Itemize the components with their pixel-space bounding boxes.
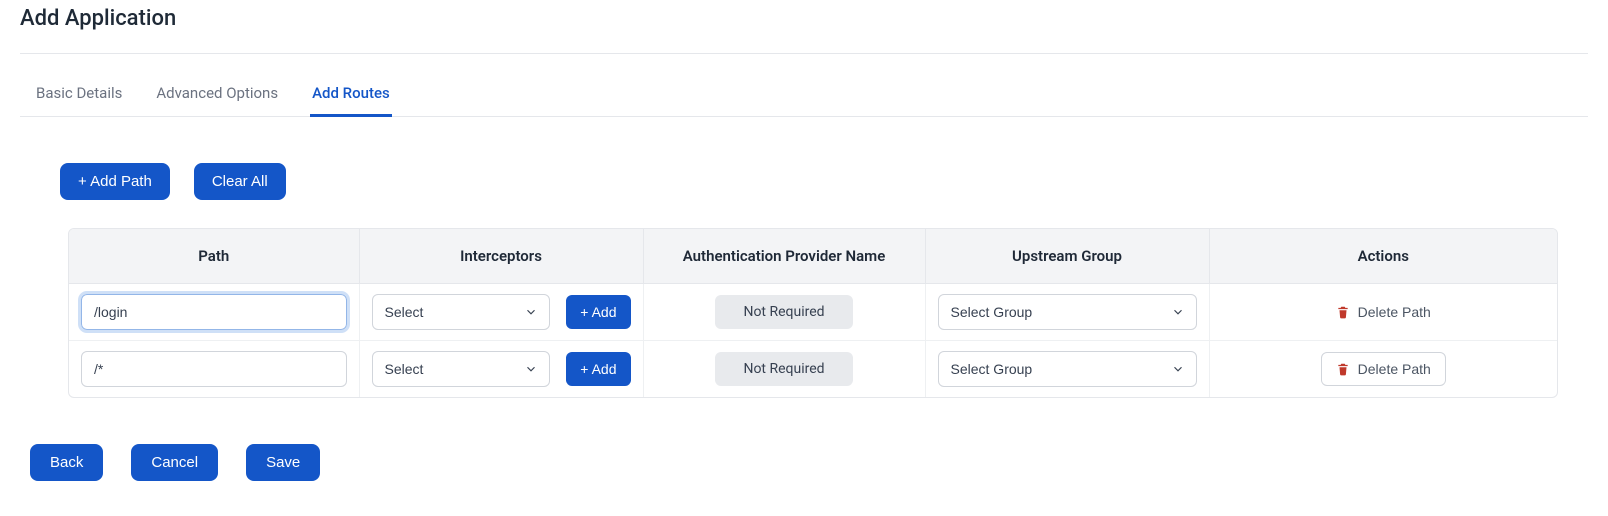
- delete-path-button[interactable]: Delete Path: [1321, 352, 1446, 386]
- routes-table: Path Interceptors Authentication Provide…: [69, 229, 1557, 397]
- tab-add-routes[interactable]: Add Routes: [310, 76, 392, 116]
- auth-chip: Not Required: [715, 295, 852, 329]
- footer-actions: Back Cancel Save: [30, 444, 1588, 481]
- auth-chip: Not Required: [715, 352, 852, 386]
- table-header-row: Path Interceptors Authentication Provide…: [69, 229, 1557, 284]
- back-button[interactable]: Back: [30, 444, 103, 481]
- action-bar: + Add Path Clear All: [60, 163, 1588, 200]
- tab-basic-details[interactable]: Basic Details: [34, 76, 124, 116]
- table-row: Select + Add Not Required Select Group: [69, 341, 1557, 398]
- cancel-button[interactable]: Cancel: [131, 444, 218, 481]
- clear-all-button[interactable]: Clear All: [194, 163, 286, 200]
- delete-path-label: Delete Path: [1358, 304, 1431, 320]
- header-actions: Actions: [1209, 229, 1557, 284]
- interceptor-select[interactable]: Select: [372, 351, 551, 387]
- path-input[interactable]: [81, 351, 347, 387]
- trash-icon: [1336, 304, 1350, 320]
- table-row: Select + Add Not Required Select Group: [69, 284, 1557, 341]
- path-input[interactable]: [81, 294, 347, 330]
- delete-path-label: Delete Path: [1358, 361, 1431, 377]
- header-path: Path: [69, 229, 359, 284]
- add-path-button[interactable]: + Add Path: [60, 163, 170, 200]
- page-title: Add Application: [20, 6, 1588, 31]
- header-auth: Authentication Provider Name: [643, 229, 925, 284]
- interceptor-select[interactable]: Select: [372, 294, 551, 330]
- divider: [20, 53, 1588, 54]
- tabs: Basic Details Advanced Options Add Route…: [20, 76, 1588, 117]
- add-interceptor-button[interactable]: + Add: [566, 295, 630, 329]
- routes-table-wrapper: Path Interceptors Authentication Provide…: [68, 228, 1558, 398]
- tab-advanced-options[interactable]: Advanced Options: [154, 76, 280, 116]
- save-button[interactable]: Save: [246, 444, 320, 481]
- upstream-select[interactable]: Select Group: [938, 351, 1197, 387]
- header-interceptors: Interceptors: [359, 229, 643, 284]
- add-interceptor-button[interactable]: + Add: [566, 352, 630, 386]
- upstream-select[interactable]: Select Group: [938, 294, 1197, 330]
- trash-icon: [1336, 361, 1350, 377]
- delete-path-button[interactable]: Delete Path: [1322, 296, 1445, 328]
- header-upstream: Upstream Group: [925, 229, 1209, 284]
